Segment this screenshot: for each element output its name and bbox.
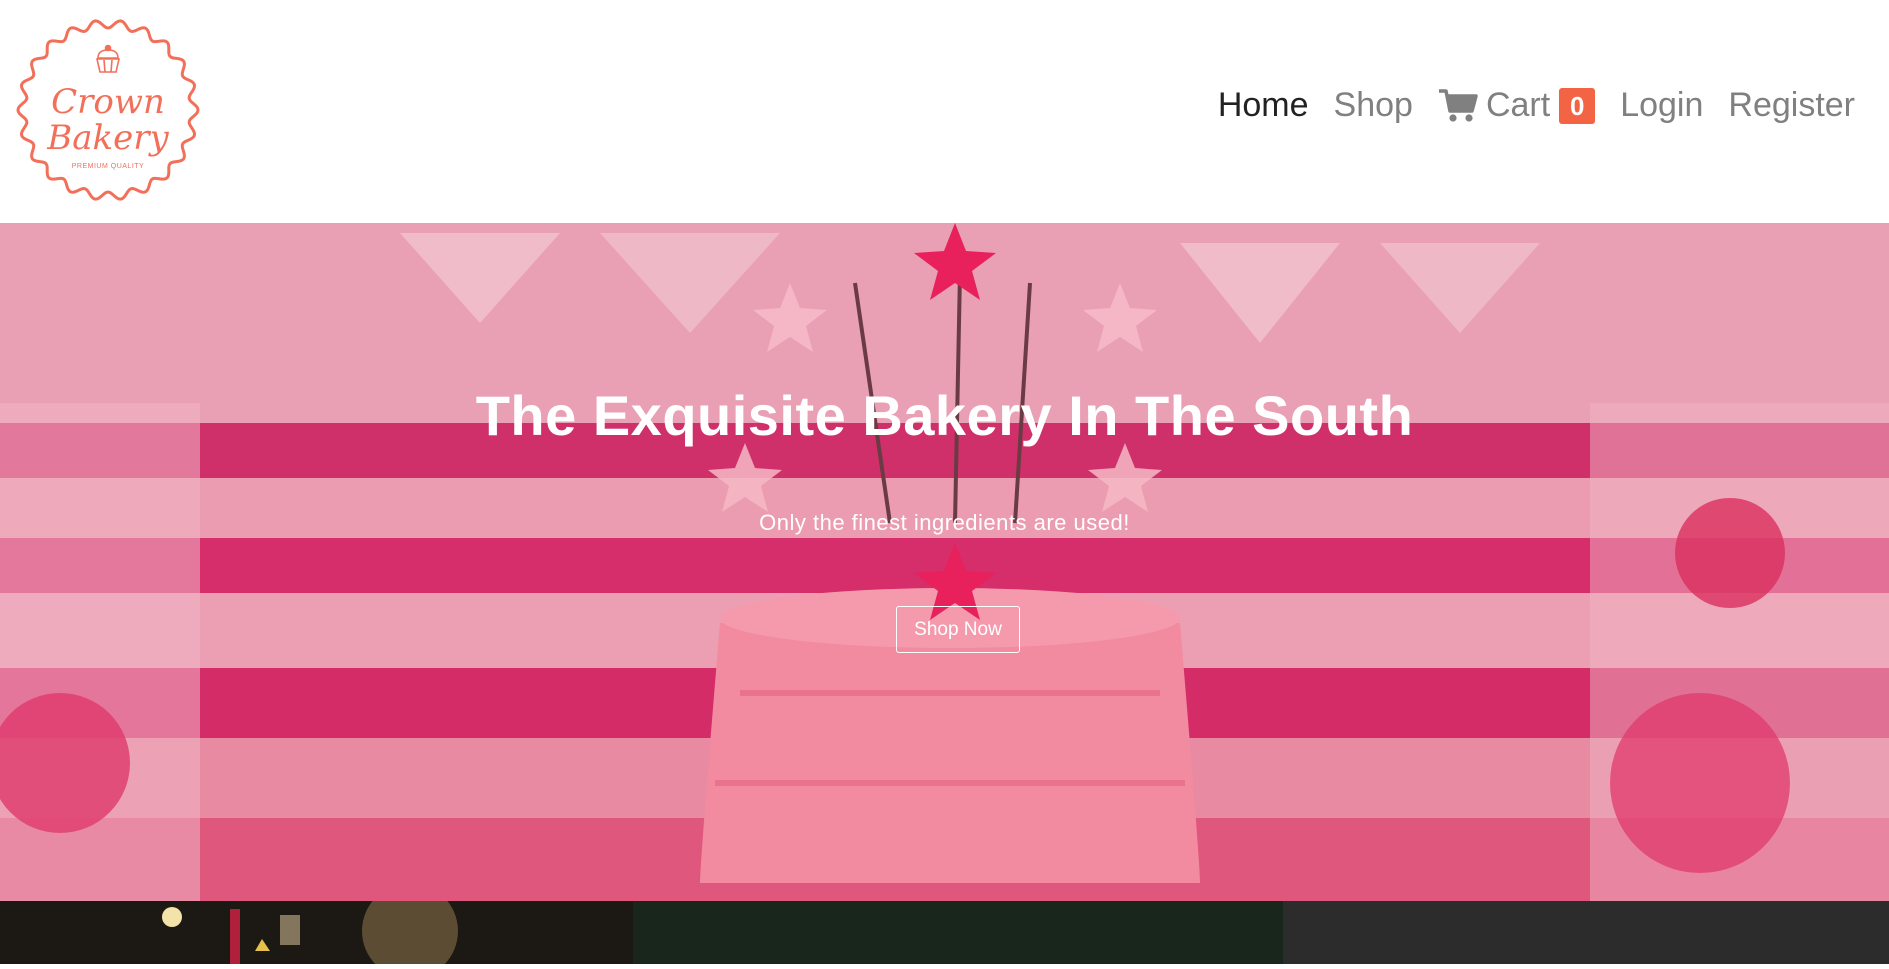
nav-shop-link[interactable]: Shop xyxy=(1334,86,1413,125)
featured-image-1-art xyxy=(162,883,458,969)
featured-strip xyxy=(0,883,1889,969)
hero-title: The Exquisite Bakery In The South xyxy=(475,384,1414,447)
nav-cart-link[interactable]: Cart 0 xyxy=(1438,86,1596,125)
hero-subtitle: Only the finest ingredients are used! xyxy=(759,510,1130,535)
navbar: Crown Bakery PREMIUM QUALITY Home Shop C… xyxy=(0,0,1889,223)
nav-login-link[interactable]: Login xyxy=(1620,86,1703,125)
logo-tagline: PREMIUM QUALITY xyxy=(71,163,145,170)
featured-image-3[interactable] xyxy=(1283,901,1889,964)
featured-image-1[interactable] xyxy=(0,883,633,969)
featured-image-2[interactable] xyxy=(633,901,1283,964)
logo[interactable]: Crown Bakery PREMIUM QUALITY xyxy=(16,18,200,202)
main-nav: Home Shop Cart 0 Login Register xyxy=(1193,86,1855,125)
cart-icon xyxy=(1438,88,1478,122)
hero-banner: The Exquisite Bakery In The South Only t… xyxy=(0,223,1889,901)
logo-line1: Crown xyxy=(51,82,165,122)
cart-label: Cart xyxy=(1485,86,1551,124)
nav-home-link[interactable]: Home xyxy=(1218,86,1309,125)
logo-line2: Bakery xyxy=(47,118,169,158)
nav-register-link[interactable]: Register xyxy=(1728,86,1855,125)
shop-now-button[interactable]: Shop Now xyxy=(896,606,1020,653)
cart-count-badge: 0 xyxy=(1559,87,1596,124)
hero-background-image xyxy=(0,223,1889,901)
